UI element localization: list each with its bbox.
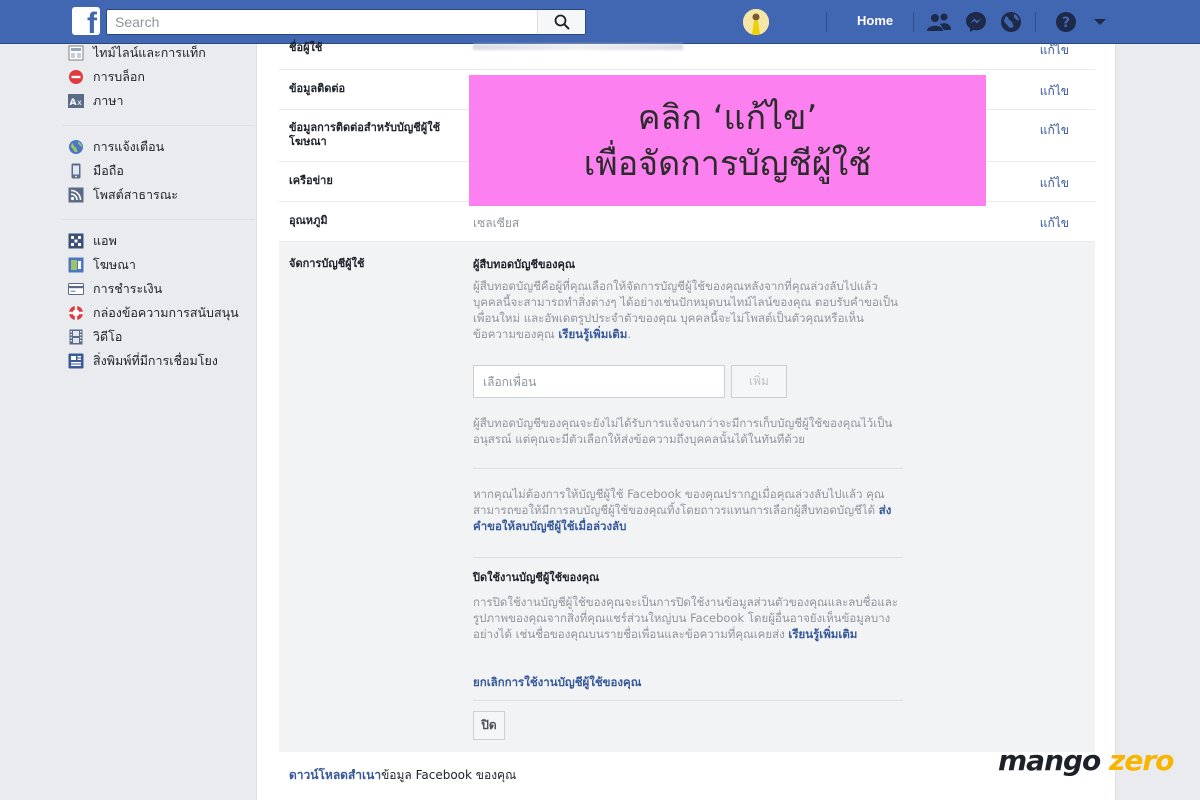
edit-link[interactable]: แก้ไข [1040,41,1069,60]
annotation-overlay: คลิก ‘แก้ไข’ เพื่อจัดการบัญชีผู้ใช้ [469,75,986,206]
add-button[interactable]: เพิ่ม [731,365,787,398]
sidebar-item-label: มือถือ [93,163,124,178]
choose-friend-input[interactable] [473,365,725,398]
facebook-logo-icon[interactable]: f [72,7,100,35]
sidebar-divider [62,219,255,220]
edit-link[interactable]: แก้ไข [1040,214,1069,233]
memorial-deletion-description: หากคุณไม่ต้องการให้บัญชีผู้ใช้ Facebook … [473,487,892,533]
sidebar-item-label: ภาษา [93,93,124,108]
svg-text:x: x [77,98,82,107]
home-link[interactable]: Home [857,13,893,28]
sidebar-item-linked-publications[interactable]: สิ่งพิมพ์ที่มีการเชื่อมโยง [62,349,255,373]
globe-icon [68,139,84,155]
sidebar-item-label: การบล็อก [93,69,145,84]
settings-sidebar: ไทม์ไลน์และการแท็ก การบล็อก Ax ภาษา การแ… [62,44,255,373]
sidebar-item-blocking[interactable]: การบล็อก [62,65,255,89]
learn-more-link[interactable]: เรียนรู้เพิ่มเติม [558,327,627,341]
section-divider [473,557,903,558]
topbar-divider [826,12,827,32]
sidebar-item-label: โฆษณา [93,257,136,272]
legacy-contact-description: ผู้สืบทอดบัญชีคือผู้ที่คุณเลือกให้จัดการ… [473,279,899,341]
block-icon [68,69,84,85]
settings-row-username: ชื่อผู้ใช้ แก้ไข [279,41,1095,70]
friends-icon[interactable] [926,10,952,34]
manage-account-label: จัดการบัญชีผู้ใช้ [289,257,365,270]
search-button[interactable] [537,10,585,34]
sidebar-item-label: การแจ้งเตือน [93,139,165,154]
sidebar-item-label: ไทม์ไลน์และการแท็ก [93,45,206,60]
edit-link[interactable]: แก้ไข [1040,121,1069,140]
sidebar-item-label: การชำระเงิน [93,281,163,296]
sidebar-divider [62,125,255,126]
sidebar-item-label: แอพ [93,233,117,248]
blurred-value [473,44,683,50]
edit-link[interactable]: แก้ไข [1040,174,1069,193]
sidebar-item-apps[interactable]: แอพ [62,229,255,253]
support-icon [68,305,84,321]
settings-row-temperature: อุณหภูมิ เซลเซียส แก้ไข [279,202,1095,242]
legacy-contact-title: ผู้สืบทอดบัญชีของคุณ [473,258,576,271]
search-input[interactable] [107,10,537,34]
row-label: ข้อมูลติดต่อ [289,82,346,95]
mobile-icon [68,163,84,179]
sidebar-item-label: โพสต์สาธารณะ [93,187,179,202]
section-divider [473,468,903,469]
row-value: เซลเซียส [473,216,520,230]
manage-account-section: จัดการบัญชีผู้ใช้ ผู้สืบทอดบัญชีของคุณ ผ… [279,242,1095,752]
annotation-line-1: คลิก ‘แก้ไข’ [637,97,818,138]
sidebar-item-language[interactable]: Ax ภาษา [62,89,255,113]
legacy-contact-note: ผู้สืบทอดบัญชีของคุณจะยังไม่ได้รับการแจ้… [473,416,893,446]
ads-icon [68,257,84,273]
row-label: ชื่อผู้ใช้ [289,41,323,54]
mangozero-watermark: mango zero [998,744,1174,777]
row-label: อุณหภูมิ [289,214,328,227]
row-label: เครือข่าย [289,174,333,187]
payment-icon [68,281,84,297]
svg-text:?: ? [1062,15,1070,31]
top-bar: f Home ? [0,0,1200,44]
search-box [106,9,586,35]
help-icon[interactable]: ? [1053,10,1079,34]
publications-icon [68,353,84,369]
topbar-divider [1035,12,1036,32]
search-icon [554,14,570,30]
sidebar-item-mobile[interactable]: มือถือ [62,159,255,183]
sidebar-item-payments[interactable]: การชำระเงิน [62,277,255,301]
sidebar-item-label: สิ่งพิมพ์ที่มีการเชื่อมโยง [93,353,218,368]
learn-more-link[interactable]: เรียนรู้เพิ่มเติม [788,627,857,641]
deactivate-account-description: การปิดใช้งานบัญชีผู้ใช้ของคุณจะเป็นการปิ… [473,595,898,641]
svg-text:A: A [70,98,77,108]
deactivate-account-title: ปิดใช้งานบัญชีผู้ใช้ของคุณ [473,571,600,584]
rss-icon [68,187,84,203]
sidebar-item-videos[interactable]: วิดีโอ [62,325,255,349]
sidebar-item-label: วิดีโอ [93,329,123,344]
edit-link[interactable]: แก้ไข [1040,82,1069,101]
sidebar-item-ads[interactable]: โฆษณา [62,253,255,277]
chevron-down-icon[interactable] [1087,10,1113,34]
sidebar-item-label: กล่องข้อความการสนับสนุน [93,305,239,320]
annotation-line-2: เพื่อจัดการบัญชีผู้ใช้ [583,143,872,184]
messenger-icon[interactable] [963,10,989,34]
timeline-icon [68,45,84,61]
download-info-row: ดาวน์โหลดสำเนาข้อมูล Facebook ของคุณ [289,768,517,782]
row-label: ข้อมูลการติดต่อสำหรับบัญชีผู้ใช้โฆษณา [289,121,441,148]
deactivate-account-link[interactable]: ยกเลิกการใช้งานบัญชีผู้ใช้ของคุณ [473,674,903,690]
sidebar-item-notifications[interactable]: การแจ้งเตือน [62,135,255,159]
sidebar-item-support-inbox[interactable]: กล่องข้อความการสนับสนุน [62,301,255,325]
section-divider [473,700,903,701]
video-icon [68,329,84,345]
download-copy-link[interactable]: ดาวน์โหลดสำเนา [289,768,381,782]
sidebar-item-public-posts[interactable]: โพสต์สาธารณะ [62,183,255,207]
avatar[interactable] [743,9,769,35]
language-icon: Ax [68,93,84,109]
close-button[interactable]: ปิด [473,711,505,740]
globe-icon[interactable] [998,10,1024,34]
apps-icon [68,233,84,249]
topbar-divider [913,12,914,32]
sidebar-item-timeline[interactable]: ไทม์ไลน์และการแท็ก [62,41,255,65]
